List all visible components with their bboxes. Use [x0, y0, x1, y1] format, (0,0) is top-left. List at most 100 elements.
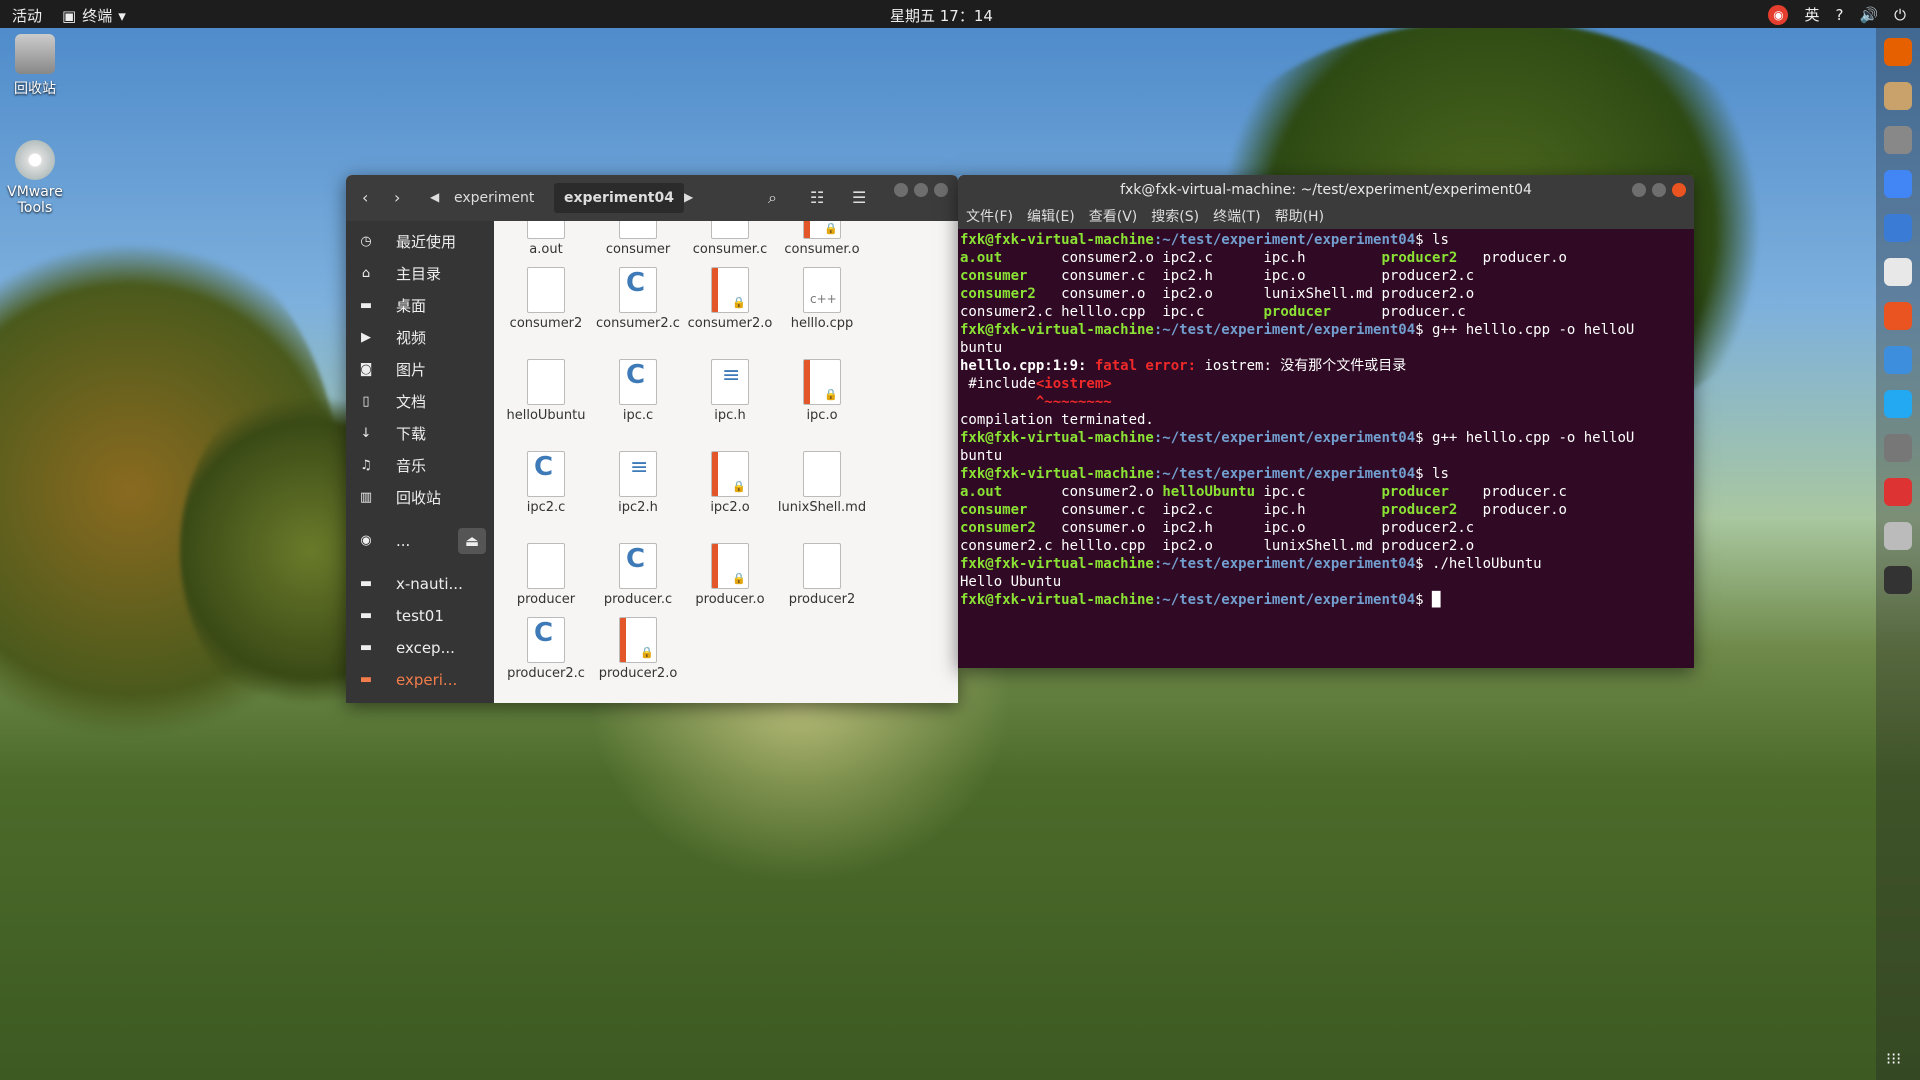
file-item[interactable]: ipc2.c — [500, 451, 592, 515]
chrome-icon[interactable] — [1884, 170, 1912, 198]
file-item[interactable]: producer.c — [592, 543, 684, 607]
terminal-menu-item[interactable]: 搜索(S) — [1151, 205, 1199, 229]
minimize-button[interactable] — [894, 183, 908, 197]
text-editor-icon[interactable] — [1884, 214, 1912, 242]
file-item[interactable]: consumer.c — [684, 221, 776, 257]
sidebar-item[interactable]: ▬ x-nauti... — [346, 569, 494, 599]
music-icon: ♫ — [360, 458, 372, 473]
terminal-menu-item[interactable]: 终端(T) — [1213, 205, 1260, 229]
camera-icon[interactable] — [1884, 434, 1912, 462]
tool-icon[interactable] — [1884, 522, 1912, 550]
file-item[interactable]: consumer2.o — [684, 267, 776, 331]
sidebar-item[interactable]: ◉... ⏏ — [346, 526, 494, 556]
terminal-menu-item[interactable]: 编辑(E) — [1027, 205, 1075, 229]
vscode-icon[interactable] — [1884, 390, 1912, 418]
file-c-icon — [711, 221, 749, 239]
input-method-indicator[interactable]: 英 — [1804, 4, 1819, 25]
file-item[interactable]: ipc2.o — [684, 451, 776, 515]
file-item[interactable]: consumer2 — [500, 267, 592, 331]
desktop-trash[interactable]: 回收站 — [0, 34, 70, 98]
file-item[interactable]: ipc2.h — [592, 451, 684, 515]
terminal-menu-item[interactable]: 查看(V) — [1089, 205, 1138, 229]
file-item[interactable]: producer.o — [684, 543, 776, 607]
file-item[interactable]: consumer2.c — [592, 267, 684, 331]
file-item[interactable]: producer2 — [776, 543, 868, 607]
breadcrumb-experiment[interactable]: experiment — [444, 183, 544, 213]
sidebar-item[interactable]: ▬ test01 — [346, 601, 494, 631]
volume-icon[interactable]: 🔊 — [1859, 6, 1878, 24]
back-icon[interactable]: ‹ — [362, 188, 368, 207]
settings-icon[interactable] — [1884, 126, 1912, 154]
terminal-icon[interactable] — [1884, 566, 1912, 594]
sidebar-item[interactable]: ↓ 下载 — [346, 419, 494, 449]
sidebar-item[interactable]: ▬ excep... — [346, 633, 494, 663]
close-button[interactable] — [934, 183, 948, 197]
sidebar-item[interactable]: ⌂ 主目录 — [346, 259, 494, 289]
file-name: consumer.c — [692, 242, 768, 257]
eject-icon[interactable]: ⏏ — [458, 528, 486, 554]
sidebar-item[interactable]: ▯ 文档 — [346, 387, 494, 417]
help-icon[interactable]: ? — [1835, 6, 1843, 24]
file-item[interactable]: ipc.o — [776, 359, 868, 423]
minimize-button[interactable] — [1632, 183, 1646, 197]
folder-icon: ▬ — [359, 640, 373, 655]
system-tray[interactable]: ◉ 英 ? 🔊 ⏻ — [1768, 4, 1906, 25]
breadcrumb-experiment04[interactable]: experiment04 — [554, 183, 684, 213]
terminal-menubar: 文件(F) 编辑(E) 查看(V) 搜索(S) 终端(T) 帮助(H) — [958, 205, 1694, 229]
file-item[interactable]: lunixShell.md — [776, 451, 868, 515]
file-name: producer.o — [695, 592, 765, 607]
file-item[interactable]: consumer.o — [776, 221, 868, 257]
file-item[interactable]: ipc.h — [684, 359, 776, 423]
file-item[interactable]: ipc.c — [592, 359, 684, 423]
file-item[interactable]: producer2.c — [500, 617, 592, 681]
activities-button[interactable]: 活动 — [12, 5, 42, 26]
search-icon[interactable]: ⌕ — [768, 188, 777, 208]
file-item[interactable]: helloUbuntu — [500, 359, 592, 423]
sidebar-item[interactable]: ♫ 音乐 — [346, 451, 494, 481]
terminal-line: ^~~~~~~~~ — [960, 394, 1112, 410]
terminal-menu-item[interactable]: 帮助(H) — [1275, 205, 1324, 229]
sidebar-item[interactable]: ▶ 视频 — [346, 323, 494, 353]
clock[interactable]: 星期五 17：14 — [890, 5, 993, 26]
sidebar-item[interactable]: ▥ 回收站 — [346, 483, 494, 513]
file-o-icon — [803, 221, 841, 239]
netease-music-icon[interactable] — [1884, 478, 1912, 506]
forward-icon[interactable]: › — [394, 188, 400, 207]
terminal-menu-item[interactable]: 文件(F) — [966, 205, 1013, 229]
path-right-arrow-icon[interactable]: ▶ — [684, 190, 693, 204]
file-plain-icon — [527, 221, 565, 239]
file-item[interactable]: consumer — [592, 221, 684, 257]
top-bar: 活动 ▣ 终端 ▾ 星期五 17：14 ◉ 英 ? 🔊 ⏻ — [0, 0, 1920, 28]
power-icon[interactable]: ⏻ — [1894, 6, 1906, 24]
app-menu[interactable]: ▣ 终端 ▾ — [62, 5, 126, 26]
maximize-button[interactable] — [914, 183, 928, 197]
desktop-dvd[interactable]: VMware Tools — [0, 140, 70, 216]
sidebar-item[interactable]: ▬ experi... — [346, 665, 494, 695]
file-c-icon — [619, 359, 657, 405]
file-item[interactable]: helllo.cpp — [776, 267, 868, 331]
notification-app-icon[interactable]: ◉ — [1768, 4, 1789, 25]
file-name: producer2.c — [507, 666, 585, 681]
help-icon[interactable] — [1884, 346, 1912, 374]
menu-icon[interactable]: ☰ — [852, 188, 866, 207]
file-item[interactable]: producer — [500, 543, 592, 607]
files-icon[interactable] — [1884, 82, 1912, 110]
software-center-icon[interactable] — [1884, 302, 1912, 330]
show-applications-icon[interactable]: ⁝⁝⁝ — [1886, 1049, 1901, 1068]
view-toggle-icon[interactable]: ☷ — [810, 188, 824, 207]
firefox-icon[interactable] — [1884, 38, 1912, 66]
file-plain-icon — [527, 267, 565, 313]
file-item[interactable]: producer2.o — [592, 617, 684, 681]
folder-icon: ▬ — [359, 298, 373, 313]
sidebar-item[interactable]: ◷ 最近使用 — [346, 227, 494, 257]
path-left-arrow-icon[interactable]: ◀ — [430, 190, 439, 204]
maximize-button[interactable] — [1652, 183, 1666, 197]
sidebar-item[interactable]: ◙ 图片 — [346, 355, 494, 385]
document-viewer-icon[interactable] — [1884, 258, 1912, 286]
terminal-output[interactable]: fxk@fxk-virtual-machine:~/test/experimen… — [958, 229, 1694, 668]
file-item[interactable]: a.out — [500, 221, 592, 257]
sidebar-item-label: 主目录 — [396, 265, 442, 283]
sidebar-item[interactable]: ▬ 桌面 — [346, 291, 494, 321]
close-button[interactable] — [1672, 183, 1686, 197]
file-name: ipc2.o — [710, 500, 750, 515]
